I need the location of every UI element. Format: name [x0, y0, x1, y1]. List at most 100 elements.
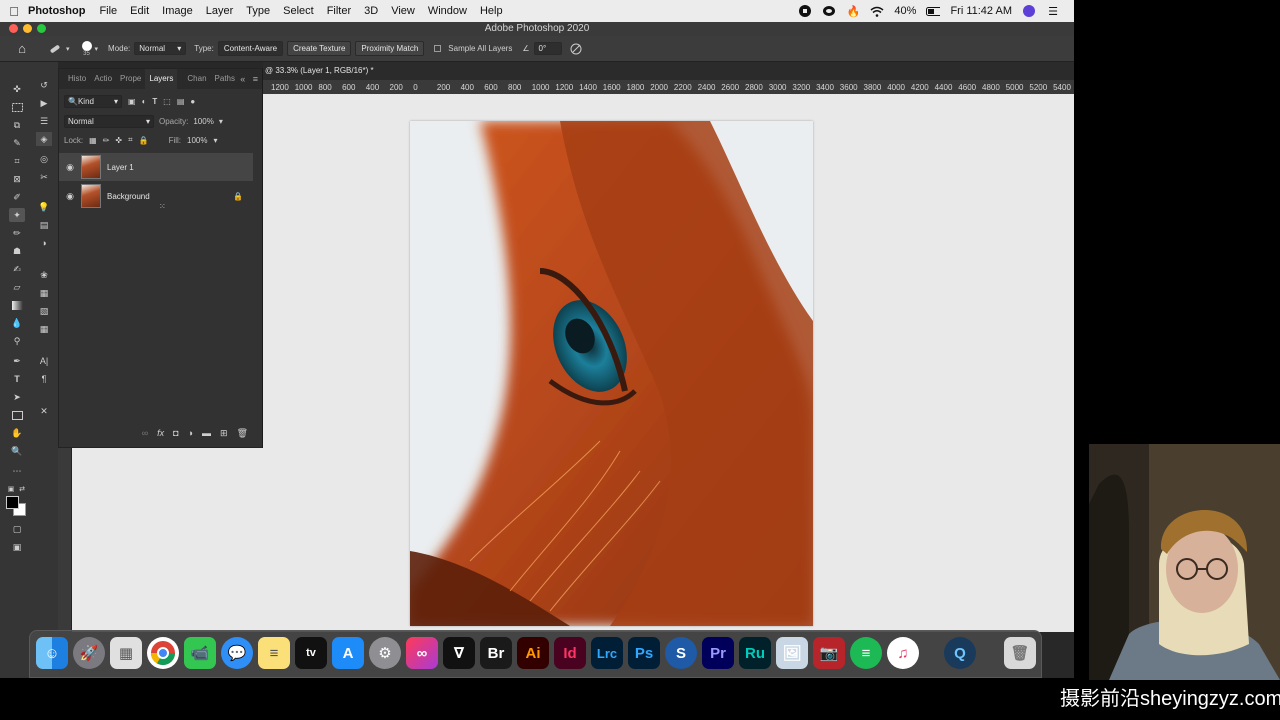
filter-shape-icon[interactable]: ⬚: [163, 97, 171, 106]
battery-percent[interactable]: 40%: [894, 5, 916, 17]
home-icon[interactable]: ⌂: [10, 39, 34, 59]
pen-tool-icon[interactable]: ✒: [9, 354, 25, 368]
character-panel-icon[interactable]: A|: [36, 354, 52, 368]
menu-3d[interactable]: 3D: [364, 5, 378, 17]
swatches-panel-icon[interactable]: ▦: [36, 286, 52, 300]
filter-adjustment-icon[interactable]: ◐: [142, 97, 147, 106]
blur-tool-icon[interactable]: 💧: [9, 316, 25, 330]
brush-size-picker[interactable]: 35: [81, 40, 92, 57]
history-panel-icon[interactable]: ↺: [36, 78, 52, 92]
apple-icon[interactable]: : [0, 4, 28, 19]
eraser-tool-icon[interactable]: ▱: [9, 280, 25, 294]
quick-selection-tool-icon[interactable]: ✎: [9, 136, 25, 150]
filter-pixel-icon[interactable]: ▣: [128, 97, 136, 106]
layer-filter-select[interactable]: 🔍Kind ▾: [64, 95, 122, 108]
color-panel-icon[interactable]: ❀: [36, 268, 52, 282]
dock-itunes-icon[interactable]: ♫: [887, 637, 919, 669]
dock-launchpad-icon[interactable]: 🚀: [73, 637, 105, 669]
horizontal-ruler[interactable]: 1200 1000 800 600 400 200 0 200 400 600 800 1000 120…: [263, 80, 1074, 94]
dock-indesign-icon[interactable]: Id: [554, 637, 586, 669]
menu-window[interactable]: Window: [428, 5, 467, 17]
notification-center-icon[interactable]: ☰: [1046, 4, 1060, 18]
tab-history[interactable]: Histo: [64, 69, 90, 89]
type-tool-icon[interactable]: T: [9, 372, 25, 386]
fill-value[interactable]: 100%: [187, 136, 207, 145]
dock-quicktime-icon[interactable]: Q: [944, 637, 976, 669]
sample-all-layers-checkbox[interactable]: [434, 45, 442, 52]
menu-filter[interactable]: Filter: [327, 5, 351, 17]
siri-icon[interactable]: [1022, 4, 1036, 18]
collapse-panel-icon[interactable]: « ≡: [240, 69, 258, 89]
lock-image-icon[interactable]: ✏: [103, 136, 110, 145]
eye-icon[interactable]: ◉: [59, 162, 81, 173]
dock-screenflow-icon[interactable]: S: [665, 637, 697, 669]
lock-position-icon[interactable]: ✜: [115, 136, 122, 145]
dock-notes-icon[interactable]: ≡: [258, 637, 290, 669]
path-selection-tool-icon[interactable]: ➤: [9, 390, 25, 404]
lasso-tool-icon[interactable]: ⧉: [9, 118, 25, 132]
mode-select[interactable]: Normal ▾: [134, 42, 187, 55]
battery-icon[interactable]: [926, 4, 941, 18]
brush-size-chevron-icon[interactable]: ▾: [95, 45, 99, 53]
dock-preview-icon[interactable]: 🖼: [776, 637, 808, 669]
dock-apple-tv-icon[interactable]: tv: [295, 637, 327, 669]
eyedropper-tool-icon[interactable]: ✐: [9, 190, 25, 204]
dodge-tool-icon[interactable]: ⚲: [9, 334, 25, 348]
history-brush-tool-icon[interactable]: ✍: [9, 262, 25, 276]
rectangle-tool-icon[interactable]: [9, 408, 25, 422]
layer-row-background[interactable]: ◉ Background 🔒: [59, 182, 253, 210]
dock-acrobat-icon[interactable]: ∇: [443, 637, 475, 669]
zoom-window-icon[interactable]: [37, 24, 46, 33]
gradient-tool-icon[interactable]: [9, 298, 25, 312]
zoom-tool-icon[interactable]: 🔍: [9, 444, 25, 458]
new-group-icon[interactable]: ▬: [202, 428, 211, 438]
document-canvas-image[interactable]: [410, 121, 813, 626]
dock-rush-icon[interactable]: Ru: [739, 637, 771, 669]
dock-messages-icon[interactable]: 💬: [221, 637, 253, 669]
dock-creative-cloud-icon[interactable]: ∞: [406, 637, 438, 669]
tool-presets-panel-icon[interactable]: ✕: [36, 404, 52, 418]
menu-view[interactable]: View: [391, 5, 415, 17]
lock-artboard-icon[interactable]: ⌗: [128, 135, 133, 145]
new-layer-icon[interactable]: ⊞: [220, 428, 228, 439]
menu-select[interactable]: Select: [283, 5, 314, 17]
dock-app-store-icon[interactable]: A: [332, 637, 364, 669]
tab-channels[interactable]: Chan: [183, 69, 210, 89]
dock-bridge-icon[interactable]: Br: [480, 637, 512, 669]
layer-lock-icon[interactable]: 🔒: [233, 192, 243, 201]
paragraph-panel-icon[interactable]: ¶: [36, 372, 52, 386]
dock-trash-icon[interactable]: 🗑: [1004, 637, 1036, 669]
tab-actions[interactable]: Actio: [90, 69, 116, 89]
channels-panel-icon[interactable]: ◎: [36, 152, 52, 166]
creative-cloud-menu-icon[interactable]: [822, 4, 836, 18]
learn-panel-icon[interactable]: 💡: [36, 200, 52, 214]
foreground-color-swatch[interactable]: [6, 496, 19, 509]
dock-lightroom-classic-icon[interactable]: Lrc: [591, 637, 623, 669]
brush-tool-icon[interactable]: ✏: [9, 226, 25, 240]
lock-transparent-icon[interactable]: ▦: [89, 136, 97, 145]
menu-image[interactable]: Image: [162, 5, 193, 17]
eye-icon[interactable]: ◉: [59, 191, 81, 202]
blend-mode-select[interactable]: Normal ▾: [64, 115, 154, 128]
layer-row-layer-1[interactable]: ◉ Layer 1: [59, 153, 253, 181]
delete-layer-icon[interactable]: 🗑: [237, 428, 248, 439]
add-mask-icon[interactable]: ◘: [173, 428, 178, 438]
menu-type[interactable]: Type: [246, 5, 270, 17]
close-window-icon[interactable]: [9, 24, 18, 33]
fill-chevron-icon[interactable]: ▾: [214, 136, 218, 145]
actions-panel-icon[interactable]: ▶: [36, 96, 52, 110]
tab-paths[interactable]: Paths: [211, 69, 239, 89]
gradients-panel-icon[interactable]: ▧: [36, 304, 52, 318]
hand-tool-icon[interactable]: ✋: [9, 426, 25, 440]
menu-clock[interactable]: Fri 11:42 AM: [950, 5, 1012, 17]
dock-spotify-icon[interactable]: ≡: [850, 637, 882, 669]
wifi-icon[interactable]: [870, 4, 884, 18]
new-adjustment-layer-icon[interactable]: ◑: [188, 428, 193, 438]
edit-toolbar-icon[interactable]: ⋯: [9, 464, 25, 478]
menu-edit[interactable]: Edit: [130, 5, 149, 17]
filter-toggle-icon[interactable]: ●: [190, 97, 195, 106]
document-tab[interactable]: @ 33.3% (Layer 1, RGB/16*) *: [263, 62, 1074, 80]
marquee-tool-icon[interactable]: [9, 100, 25, 114]
filter-type-icon[interactable]: T: [152, 97, 157, 106]
record-icon[interactable]: [798, 4, 812, 18]
